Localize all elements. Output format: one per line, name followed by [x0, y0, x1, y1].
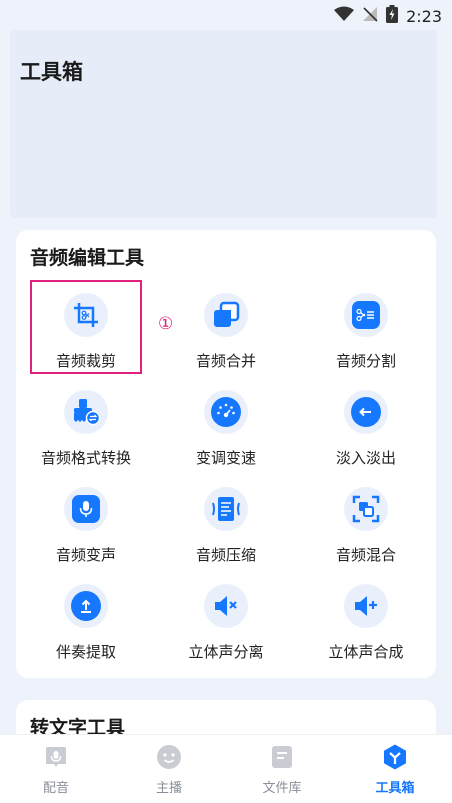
wifi-icon	[334, 6, 355, 26]
tab-label: 工具箱	[375, 781, 415, 796]
status-bar: 2:23	[0, 0, 452, 30]
extract-icon	[64, 584, 108, 628]
tab-anchor[interactable]: 主播	[124, 743, 214, 796]
tool-stereo-split[interactable]: 立体声分离	[156, 584, 296, 674]
battery-charging-icon	[386, 5, 399, 27]
audio-tools-card: 音频编辑工具 音频裁剪 音频合并 音频分割 音频格式转换 变调变速 淡入淡出 音…	[16, 230, 436, 678]
tool-label: 变调变速	[195, 449, 256, 467]
microphone-icon	[64, 487, 108, 531]
tool-label: 音频合并	[195, 352, 256, 370]
tool-audio-split[interactable]: 音频分割	[296, 293, 436, 383]
tool-audio-format-convert[interactable]: 音频格式转换	[16, 390, 156, 480]
tool-pitch-speed[interactable]: 变调变速	[156, 390, 296, 480]
selection-highlight	[30, 280, 142, 374]
tool-label: 音频分割	[335, 352, 396, 370]
mix-icon	[344, 487, 388, 531]
audio-section-title: 音频编辑工具	[30, 247, 145, 269]
toolbox-icon	[381, 743, 409, 771]
tab-label: 文件库	[262, 781, 302, 796]
tool-audio-mix[interactable]: 音频混合	[296, 487, 436, 577]
split-icon	[344, 293, 388, 337]
compress-icon	[204, 487, 248, 531]
speed-dial-icon	[204, 390, 248, 434]
tool-label: 音频变声	[55, 546, 116, 564]
bottom-tab-bar: 配音 主播 文件库 工具箱	[0, 734, 452, 803]
tool-fade-in-out[interactable]: 淡入淡出	[296, 390, 436, 480]
fade-icon	[344, 390, 388, 434]
tool-label: 立体声分离	[188, 643, 264, 661]
tab-file-library[interactable]: 文件库	[237, 743, 327, 796]
status-icons: 2:23	[334, 5, 442, 27]
tool-label: 音频压缩	[195, 546, 256, 564]
no-signal-icon	[362, 6, 378, 26]
tool-label: 淡入淡出	[335, 449, 396, 467]
tool-stereo-merge[interactable]: 立体声合成	[296, 584, 436, 674]
file-library-icon	[268, 743, 296, 771]
stereo-split-icon	[204, 584, 248, 628]
merge-icon	[204, 293, 248, 337]
annotation-marker: ①	[158, 314, 174, 334]
tab-toolbox[interactable]: 工具箱	[350, 743, 440, 796]
anchor-face-icon	[155, 743, 183, 771]
tab-label: 配音	[42, 781, 69, 796]
tool-accompaniment-extract[interactable]: 伴奏提取	[16, 584, 156, 674]
format-convert-icon	[64, 390, 108, 434]
tool-audio-compress[interactable]: 音频压缩	[156, 487, 296, 577]
tab-label: 主播	[155, 781, 182, 796]
tool-label: 立体声合成	[328, 643, 404, 661]
tool-audio-merge[interactable]: 音频合并	[156, 293, 296, 383]
dubbing-icon	[42, 743, 70, 771]
tool-voice-change[interactable]: 音频变声	[16, 487, 156, 577]
stereo-merge-icon	[344, 584, 388, 628]
tool-label: 音频格式转换	[40, 449, 131, 467]
tab-dubbing[interactable]: 配音	[11, 743, 101, 796]
clock-time: 2:23	[406, 6, 442, 26]
tool-label: 伴奏提取	[55, 643, 116, 661]
page-title: 工具箱	[20, 60, 83, 84]
tool-label: 音频混合	[335, 546, 396, 564]
